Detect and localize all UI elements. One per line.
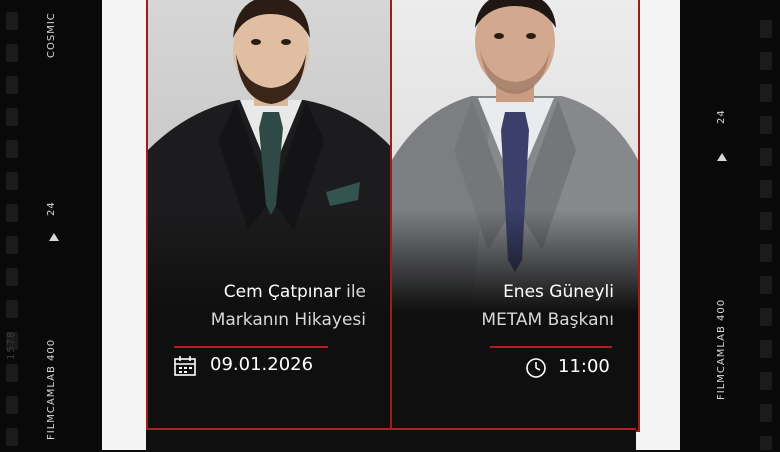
speaker-name-text: Cem Çatpınar — [223, 282, 341, 302]
film-brand-left: FILMCAMLAB 400 — [46, 338, 57, 440]
film-strip-right: 24 FILMCAMLAB 400 — [680, 0, 780, 450]
frame-arrow-icon — [717, 153, 727, 161]
event-date: 09.01.2026 — [210, 354, 314, 375]
film-frame-number-left: 24 — [46, 201, 57, 216]
film-brand-right: FILMCAMLAB 400 — [716, 298, 727, 400]
speaker-card-1: Cem Çatpınar ile Markanın Hikayesi 09.01… — [146, 0, 396, 432]
speaker-name-suffix: ile — [340, 282, 366, 302]
speaker-name-2: Enes Güneyli — [503, 282, 614, 302]
film-perforations-right — [760, 0, 774, 450]
accent-divider — [174, 346, 328, 348]
speaker-photo-1 — [148, 0, 394, 330]
poster-bottom-bar — [146, 428, 636, 452]
speaker-subtitle-1: Markanın Hikayesi — [210, 310, 366, 330]
film-faint-number: 1578 — [6, 330, 17, 360]
film-frame-number-right: 24 — [716, 109, 727, 124]
speaker-card-2: Enes Güneyli METAM Başkanı 11:00 — [390, 0, 640, 432]
film-label-top: COSMIC — [46, 12, 57, 58]
speaker-name-1: Cem Çatpınar ile — [224, 282, 366, 302]
speaker-subtitle-2: METAM Başkanı — [481, 310, 614, 330]
film-perforations-left — [6, 0, 20, 450]
speaker-photo-2 — [392, 0, 638, 330]
clock-icon — [526, 358, 546, 378]
event-time: 11:00 — [558, 356, 610, 377]
frame-arrow-icon — [49, 233, 59, 241]
accent-divider — [490, 346, 612, 348]
calendar-icon — [174, 356, 196, 376]
film-strip-left: COSMIC 24 1578 FILMCAMLAB 400 — [0, 0, 102, 450]
